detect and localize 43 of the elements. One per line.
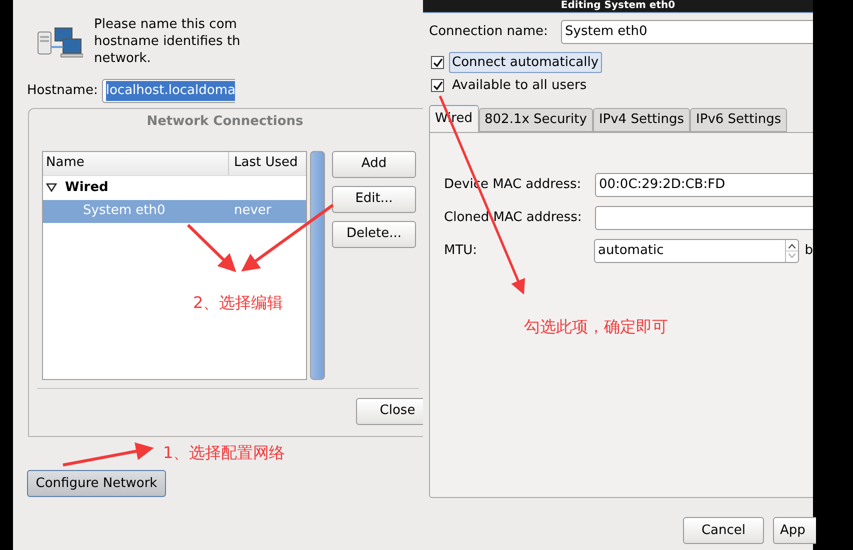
computers-icon <box>37 27 83 59</box>
push-button[interactable]: Delete... <box>332 220 416 248</box>
text-field[interactable]: 00:0C:29:2D:CB:FD <box>595 173 813 197</box>
checkbox-label: Connect automatically <box>449 52 602 74</box>
column-header[interactable]: Name <box>43 152 229 174</box>
group-label: Wired <box>65 178 108 197</box>
field-label: Cloned MAC address: <box>443 209 583 228</box>
push-button[interactable]: Edit... <box>332 186 416 212</box>
dialog-title: Editing System eth0 <box>560 0 676 12</box>
scrollbar[interactable] <box>310 150 325 380</box>
field-label: MTU: <box>443 242 478 260</box>
intro-text: Please name this com <box>94 16 238 33</box>
push-button[interactable]: Cancel <box>683 517 764 544</box>
expander-icon[interactable] <box>46 183 57 192</box>
tab[interactable]: 802.1x Security <box>478 108 593 132</box>
checkbox[interactable] <box>431 56 444 69</box>
hostname-label: Hostname: <box>27 82 98 100</box>
checkbox-label: Available to all users <box>451 76 588 95</box>
spin-arrows-icon[interactable] <box>784 240 798 262</box>
annotation-arrow <box>186 224 236 272</box>
spin-field[interactable]: automatic <box>594 239 799 263</box>
connection-name-field[interactable]: System eth0 <box>561 20 813 44</box>
checkmark-icon <box>432 58 442 68</box>
tab[interactable]: IPv4 Settings <box>592 108 690 132</box>
connection-name: System eth0 <box>82 202 166 220</box>
push-button[interactable]: App <box>773 517 816 544</box>
checkmark-icon <box>432 80 442 90</box>
annotation-text: 1、选择配置网络 <box>163 442 286 464</box>
last-used: never <box>233 202 272 220</box>
connection-name-label: Connection name: <box>429 23 549 42</box>
push-button[interactable]: Add <box>332 150 416 178</box>
checkbox[interactable] <box>431 79 444 92</box>
unit-label: b <box>804 242 813 260</box>
panel-title: Network Connections <box>146 113 304 131</box>
hostname-field[interactable]: localhost.localdoma <box>102 79 236 103</box>
tab[interactable]: IPv6 Settings <box>690 108 788 132</box>
column-header[interactable]: Last Used <box>229 152 306 174</box>
intro-text: hostname identifies th <box>94 33 240 50</box>
annotation-text: 勾选此项，确定即可 <box>524 316 668 338</box>
annotation-text: 2、选择编辑 <box>193 292 284 314</box>
configure-network-button[interactable]: Configure Network <box>27 470 166 497</box>
intro-text: network. <box>94 50 152 67</box>
text-field[interactable] <box>595 206 813 230</box>
